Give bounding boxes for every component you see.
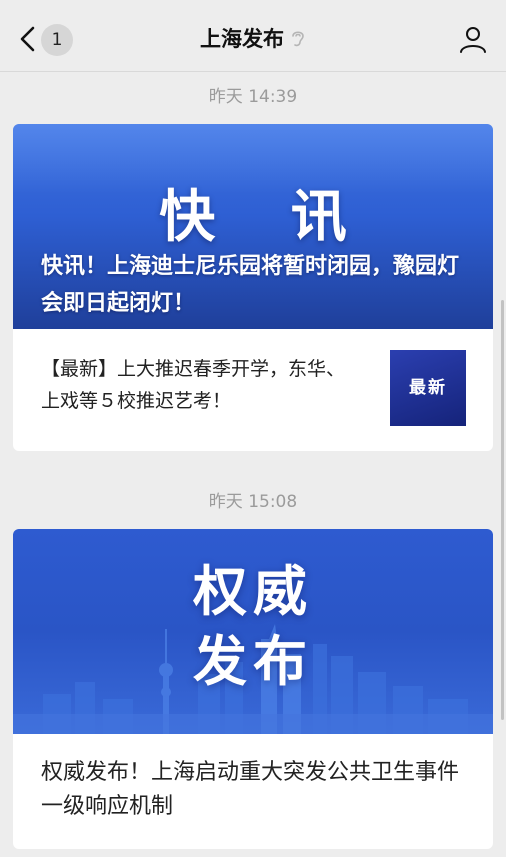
sub-article-thumbnail: 最新 (390, 350, 466, 426)
navigation-bar: 1 上海发布 (0, 0, 506, 72)
article-headline: 快讯！上海迪士尼乐园将暂时闭园，豫园灯会即日起闭灯！ (41, 254, 460, 316)
cover-title: 快 讯 (159, 185, 375, 250)
article-cover[interactable]: 快 讯 快讯！上海迪士尼乐园将暂时闭园，豫园灯会即日起闭灯！ (13, 124, 493, 329)
scrollbar[interactable] (501, 300, 504, 720)
page-title: 上海发布 (200, 27, 284, 51)
person-icon[interactable] (458, 24, 488, 54)
message-timestamp: 昨天 14:39 (208, 87, 298, 107)
ear-icon (292, 31, 304, 47)
article-headline: 权威发布！上海启动重大突发公共卫生事件一级响应机制 (41, 760, 460, 819)
cover-title-line2: 发布 (193, 630, 313, 693)
page-title-container: 上海发布 (0, 23, 506, 53)
sub-article-title: 【最新】上大推迟春季开学，东华、上戏等５校推迟艺考！ (41, 358, 346, 412)
article-cover[interactable]: 权威 发布 (13, 529, 493, 734)
article-card[interactable]: 权威 发布 权威发布！上海启动重大突发公共卫生事件一级响应机制 (13, 529, 493, 849)
article-card[interactable]: 快 讯 快讯！上海迪士尼乐园将暂时闭园，豫园灯会即日起闭灯！ 【最新】上大推迟春… (13, 124, 493, 451)
sub-article-row[interactable]: 【最新】上大推迟春季开学，东华、上戏等５校推迟艺考！ 最新 (13, 329, 493, 451)
cover-title-line1: 权威 (193, 560, 313, 623)
message-timestamp: 昨天 15:08 (208, 492, 298, 512)
